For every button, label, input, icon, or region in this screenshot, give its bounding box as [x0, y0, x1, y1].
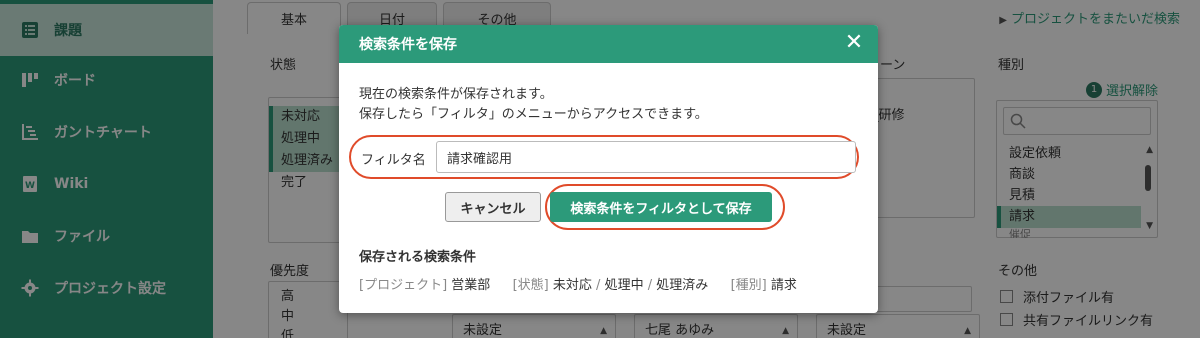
condition-value: 請求 — [770, 278, 797, 293]
description-line: 保存したら「フィルタ」のメニューからアクセスできます。 — [359, 107, 708, 122]
dialog-title: 検索条件を保存 — [359, 37, 457, 53]
condition-key: [プロジェクト] — [359, 278, 448, 293]
condition-key: [状態] — [512, 278, 549, 293]
condition-value: 処理中 — [604, 278, 644, 293]
save-button-label: 検索条件をフィルタとして保存 — [570, 201, 752, 217]
dialog-header: 検索条件を保存 ✕ — [339, 25, 878, 63]
condition-value: 処理済み — [656, 278, 709, 293]
condition-key: [種別] — [730, 278, 767, 293]
saved-conditions-heading: 保存される検索条件 — [359, 250, 477, 265]
filter-name-label: フィルタ名 — [361, 153, 426, 168]
description-line: 現在の検索条件が保存されます。 — [359, 87, 553, 102]
dialog-description: 現在の検索条件が保存されます。 保存したら「フィルタ」のメニューからアクセスでき… — [359, 85, 708, 125]
save-as-filter-button[interactable]: 検索条件をフィルタとして保存 — [550, 192, 772, 222]
condition-value: 営業部 — [451, 278, 491, 293]
condition-value: 未対応 — [552, 278, 592, 293]
cancel-button-label: キャンセル — [460, 201, 526, 217]
saved-conditions: [プロジェクト] 営業部 [状態] 未対応 / 処理中 / 処理済み [種別] … — [359, 278, 797, 293]
cancel-button[interactable]: キャンセル — [445, 192, 541, 222]
filter-name-input[interactable] — [436, 141, 856, 173]
save-search-dialog: 検索条件を保存 ✕ 現在の検索条件が保存されます。 保存したら「フィルタ」のメニ… — [339, 25, 878, 313]
close-icon[interactable]: ✕ — [842, 32, 866, 56]
